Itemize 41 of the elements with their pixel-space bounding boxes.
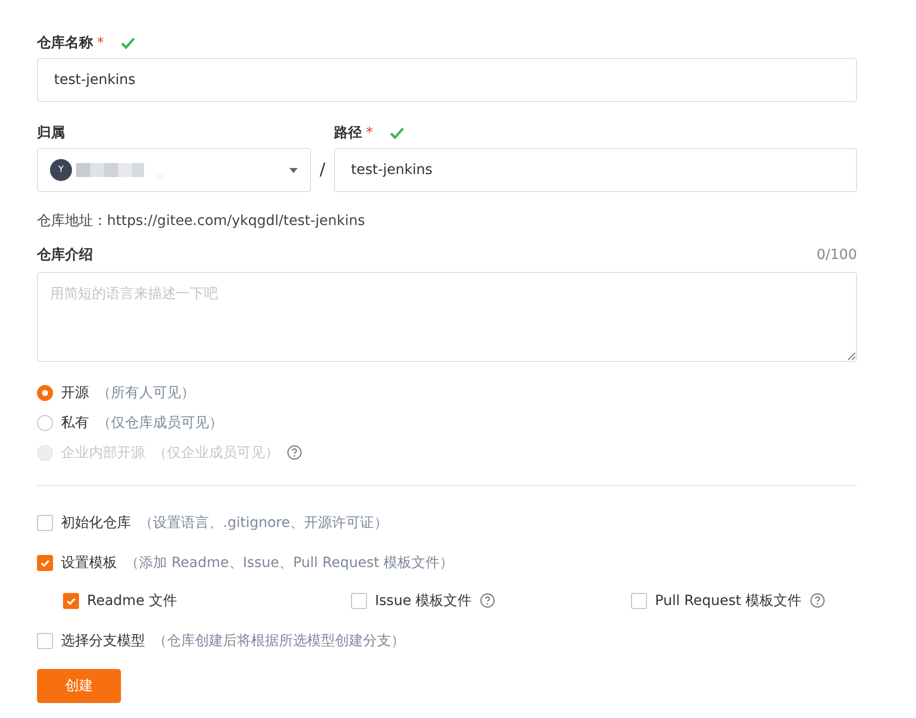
checkbox[interactable] (351, 592, 367, 608)
help-icon[interactable] (810, 593, 825, 608)
option-label: 私有 (61, 414, 89, 432)
field-label: 仓库名称 (37, 34, 93, 52)
caret-icon (289, 168, 298, 172)
path-separator: / (318, 159, 326, 182)
owner-select[interactable]: Y (37, 148, 311, 192)
field-label: 归属 (37, 124, 65, 142)
option-label: 选择分支模型 (61, 632, 145, 650)
input-field[interactable]: test-jenkins (37, 58, 857, 102)
option-hint: （仅企业成员可见） (153, 444, 279, 462)
required-mark: * (97, 35, 104, 51)
option-hint: （设置语言、.gitignore、开源许可证） (139, 514, 388, 532)
checkbox[interactable] (37, 554, 53, 570)
option-hint: （所有人可见） (97, 384, 195, 402)
option-hint: （添加 Readme、Issue、Pull Request 模板文件） (125, 554, 454, 572)
char-counter: 0/100 (816, 247, 857, 263)
option-label: 开源 (61, 384, 89, 402)
field-label: 仓库介绍 (37, 246, 93, 264)
radio-button[interactable] (37, 414, 53, 430)
description-field[interactable]: 用简短的语言来描述一下吧 (37, 272, 857, 362)
repo-url: https://gitee.com/ykqgdl/test-jenkins (107, 213, 365, 229)
checkbox[interactable] (37, 514, 53, 530)
checkbox[interactable] (631, 592, 647, 608)
checkbox[interactable] (37, 632, 53, 648)
help-icon[interactable] (480, 593, 495, 608)
option-label: 设置模板 (61, 554, 117, 572)
option-hint: （仓库创建后将根据所选模型创建分支） (153, 632, 405, 650)
input-field[interactable]: test-jenkins (334, 148, 857, 192)
option-label: Readme 文件 (87, 592, 177, 610)
option-label: 企业内部开源 (61, 444, 145, 462)
radio-button[interactable] (37, 384, 53, 400)
option-label: Issue 模板文件 (375, 592, 472, 610)
required-mark: * (366, 125, 373, 141)
option-label: Pull Request 模板文件 (655, 592, 802, 610)
checkbox[interactable] (63, 592, 79, 608)
field-label: 路径 (334, 124, 362, 142)
address-label: 仓库地址： (37, 213, 107, 229)
avatar-icon: Y (50, 159, 72, 181)
option-hint: （仅仓库成员可见） (97, 414, 223, 432)
option-label: 初始化仓库 (61, 514, 131, 532)
